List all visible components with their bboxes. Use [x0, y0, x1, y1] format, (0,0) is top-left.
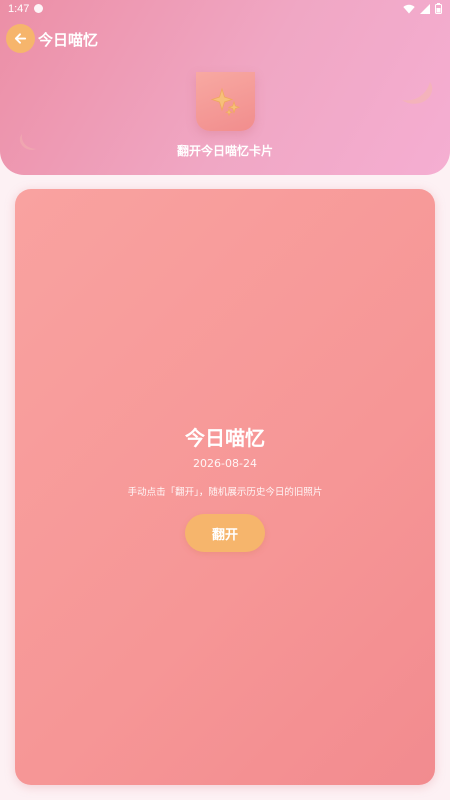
header-subtitle: 翻开今日喵忆卡片 — [176, 144, 273, 158]
battery-icon — [435, 3, 442, 14]
crescent-moon-icon — [402, 82, 433, 104]
wifi-icon — [403, 4, 415, 13]
sparkles-icon — [210, 87, 240, 116]
page-title: 今日喵忆 — [38, 31, 99, 49]
status-bar: 1:47 — [0, 0, 450, 17]
back-button[interactable] — [6, 24, 35, 53]
arrow-left-icon — [14, 33, 27, 44]
memory-card: 今日喵忆 2026-08-24 手动点击「翻开」，随机展示历史今日的旧照片 翻开 — [15, 189, 435, 785]
notification-icon — [34, 4, 44, 13]
card-description: 手动点击「翻开」，随机展示历史今日的旧照片 — [127, 487, 323, 498]
header-card-icon — [196, 72, 255, 131]
signal-icon — [420, 3, 430, 14]
status-time: 1:47 — [8, 2, 30, 15]
card-date: 2026-08-24 — [193, 457, 257, 470]
header: 今日喵忆 翻开今日喵忆卡片 — [0, 0, 450, 175]
flip-button[interactable]: 翻开 — [185, 514, 265, 552]
card-title: 今日喵忆 — [185, 426, 265, 450]
